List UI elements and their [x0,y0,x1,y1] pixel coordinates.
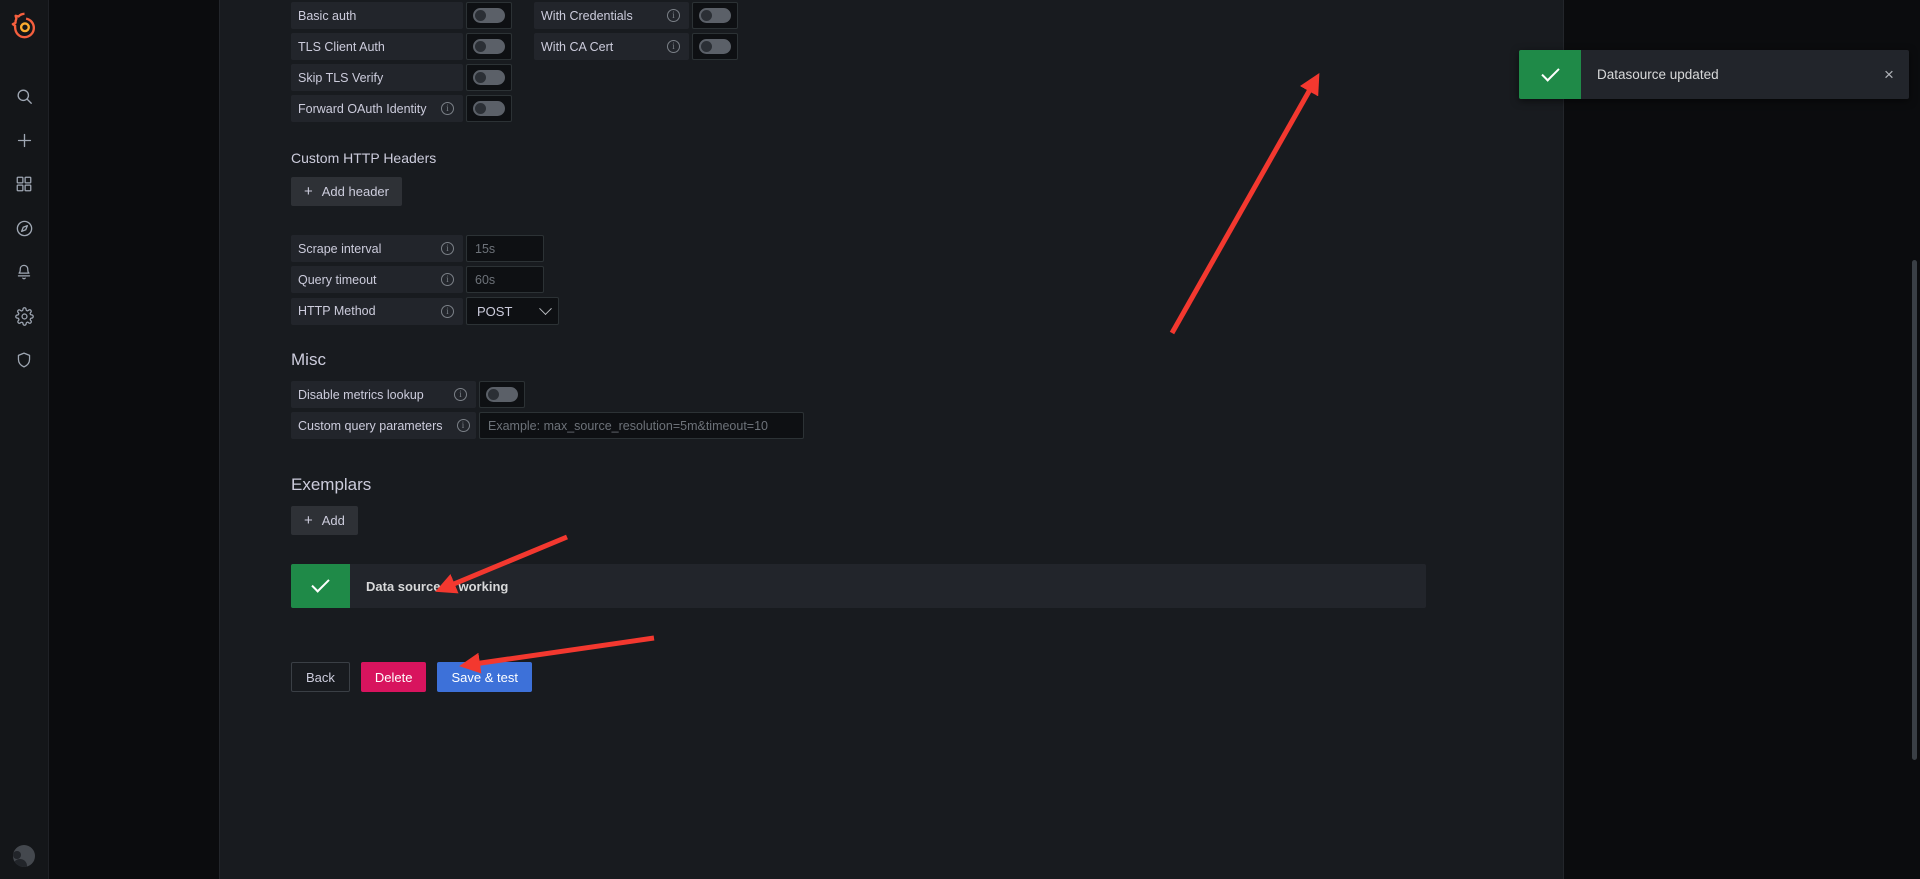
basic-auth-label: Basic auth [291,2,463,29]
datasource-settings-pane: Basic auth With Credentials i TLS Client… [219,0,1564,879]
vertical-scrollbar[interactable] [1912,260,1917,760]
dashboards-icon[interactable] [2,162,46,206]
row-label-text: With CA Cert [541,39,614,54]
row-label-text: Basic auth [298,8,357,23]
explore-compass-icon[interactable] [2,206,46,250]
with-credentials-label: With Credentials i [534,2,689,29]
input-placeholder: 15s [475,241,496,256]
datasource-test-message: Data source is working [366,578,509,594]
table-row: Skip TLS Verify [291,64,738,91]
close-icon[interactable]: × [1869,50,1909,99]
table-row: Disable metrics lookup i [291,381,804,408]
row-label-text: Skip TLS Verify [298,70,384,85]
http-settings-group: Scrape interval i 15s Query timeout i 60… [291,235,559,329]
info-icon[interactable]: i [667,40,680,53]
with-ca-cert-label: With CA Cert i [534,33,689,60]
section-title: Misc [291,350,326,369]
http-method-label: HTTP Method i [291,297,463,325]
save-and-test-button[interactable]: Save & test [437,662,532,692]
delete-button[interactable]: Delete [360,662,427,692]
disable-metrics-lookup-label: Disable metrics lookup i [291,381,476,408]
custom-query-parameters-input[interactable]: Example: max_source_resolution=5m&timeou… [479,412,804,439]
row-label-text: Query timeout [298,272,377,287]
input-placeholder: 60s [475,272,496,287]
row-label-text: Scrape interval [298,241,382,256]
add-exemplar-label: Add [321,513,345,528]
row-label-text: Disable metrics lookup [298,387,424,402]
search-icon[interactable] [2,74,46,118]
query-timeout-input[interactable]: 60s [466,266,544,293]
info-icon[interactable]: i [441,102,454,115]
tls-client-auth-label: TLS Client Auth [291,33,463,60]
section-title: Exemplars [291,475,372,494]
disable-metrics-lookup-toggle[interactable] [479,381,525,408]
info-icon[interactable]: i [456,419,470,432]
configuration-gear-icon[interactable] [2,294,46,338]
add-exemplar-button[interactable]: + Add [291,506,358,535]
http-method-value: POST [477,303,513,319]
alerting-bell-icon[interactable] [2,250,46,294]
table-row: Custom query parameters i Example: max_s… [291,412,804,439]
query-timeout-label: Query timeout i [291,266,463,293]
table-row: Basic auth With Credentials i [291,2,738,29]
forward-oauth-identity-toggle[interactable] [466,95,512,122]
row-label-text: With Credentials [541,8,633,23]
skip-tls-verify-label: Skip TLS Verify [291,64,463,91]
basic-auth-toggle[interactable] [466,2,512,29]
scrape-interval-label: Scrape interval i [291,235,463,262]
table-row: Forward OAuth Identity i [291,95,738,122]
table-row: TLS Client Auth With CA Cert i [291,33,738,60]
grafana-logo[interactable] [9,10,39,40]
row-label-text: TLS Client Auth [298,39,385,54]
with-ca-cert-toggle[interactable] [692,33,738,60]
forward-oauth-identity-label: Forward OAuth Identity i [291,95,463,122]
info-icon[interactable]: i [441,273,454,286]
chevron-down-icon [539,301,552,315]
info-icon[interactable]: i [441,242,454,255]
sidebar-nav [0,0,49,879]
avatar[interactable] [13,845,35,867]
page-canvas: Basic auth With Credentials i TLS Client… [49,0,1920,879]
shield-icon[interactable] [2,338,46,382]
check-icon [1519,50,1581,99]
misc-section: Misc Disable metrics lookup i Custom que… [291,350,804,443]
info-icon[interactable]: i [667,9,680,22]
input-placeholder: Example: max_source_resolution=5m&timeou… [488,418,769,433]
form-action-buttons: Back Delete Save & test [291,662,532,692]
back-button[interactable]: Back [291,662,350,692]
custom-http-headers-section: Custom HTTP Headers + Add header [291,150,436,206]
custom-query-parameters-label: Custom query parameters i [291,412,476,439]
datasource-test-alert: Data source is working [291,564,1426,608]
exemplars-section: Exemplars + Add [291,475,371,535]
skip-tls-verify-toggle[interactable] [466,64,512,91]
toast-notification: Datasource updated × [1519,50,1909,99]
plus-icon: + [304,183,313,200]
info-icon[interactable]: i [454,388,467,401]
http-method-select[interactable]: POST [466,297,559,325]
toast-message: Datasource updated [1597,67,1719,82]
add-header-label: Add header [321,184,389,199]
info-icon[interactable]: i [441,304,454,318]
row-label-text: Forward OAuth Identity [298,101,427,116]
table-row: Query timeout i 60s [291,266,559,293]
plus-icon[interactable] [2,118,46,162]
row-label-text: HTTP Method [298,304,376,318]
table-row: HTTP Method i POST [291,297,559,325]
check-icon [291,564,350,608]
auth-rows-group: Basic auth With Credentials i TLS Client… [291,2,738,126]
table-row: Scrape interval i 15s [291,235,559,262]
add-header-button[interactable]: + Add header [291,177,402,206]
plus-icon: + [304,512,313,529]
with-credentials-toggle[interactable] [692,2,738,29]
section-title: Custom HTTP Headers [291,150,437,166]
row-label-text: Custom query parameters [298,418,443,433]
tls-client-auth-toggle[interactable] [466,33,512,60]
scrape-interval-input[interactable]: 15s [466,235,544,262]
